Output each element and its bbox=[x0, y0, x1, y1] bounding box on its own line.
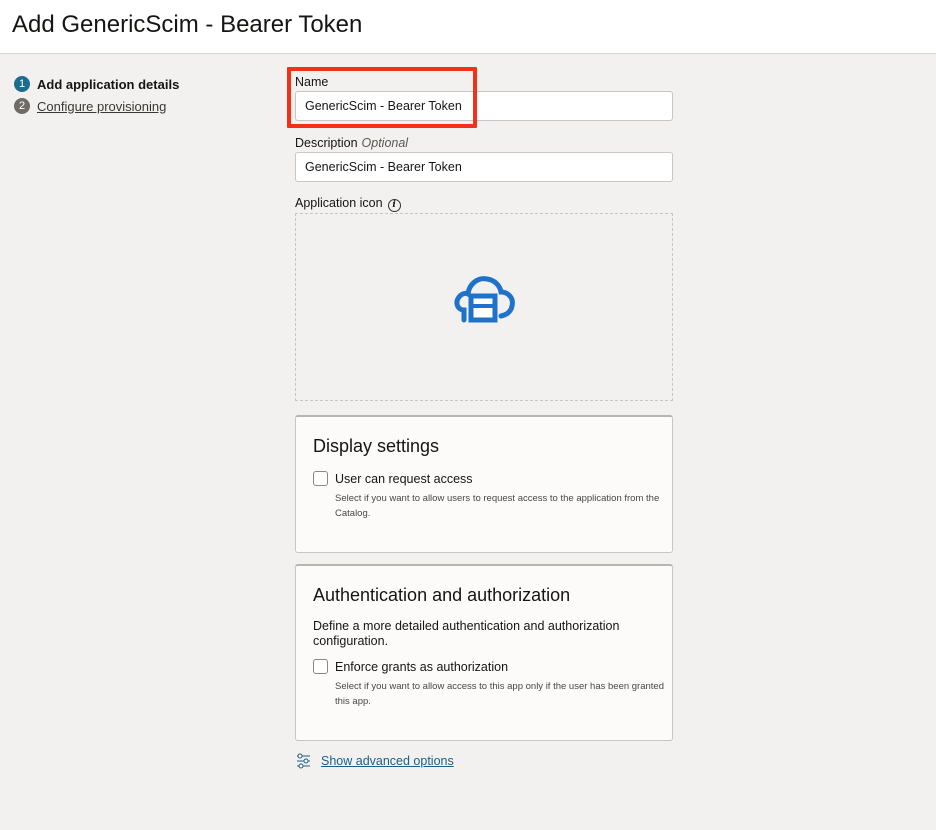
application-icon-dropzone[interactable] bbox=[295, 213, 673, 401]
step-number-1: 1 bbox=[14, 76, 30, 92]
enforce-grants-help: Select if you want to allow access to th… bbox=[335, 681, 664, 707]
authentication-authorization-title: Authentication and authorization bbox=[313, 585, 571, 605]
show-advanced-options[interactable]: Show advanced options bbox=[296, 753, 454, 769]
description-optional-text: Optional bbox=[361, 136, 409, 150]
application-icon-label-text: Application icon bbox=[295, 196, 383, 210]
page-title: Add GenericScim - Bearer Token bbox=[12, 11, 363, 38]
description-label: Description Optional bbox=[295, 136, 408, 150]
authentication-authorization-description: Define a more detailed authentication an… bbox=[313, 619, 620, 648]
user-can-request-access-help: Select if you want to allow users to req… bbox=[335, 493, 660, 519]
enforce-grants-checkbox[interactable] bbox=[313, 659, 328, 674]
description-label-text: Description bbox=[295, 136, 358, 150]
step-add-application-details[interactable]: 1 Add application details bbox=[14, 73, 179, 95]
authentication-authorization-card: Authentication and authorization Define … bbox=[295, 564, 673, 741]
description-input[interactable] bbox=[295, 152, 673, 182]
show-advanced-options-link[interactable]: Show advanced options bbox=[321, 754, 454, 768]
user-can-request-access-label[interactable]: User can request access bbox=[335, 472, 473, 486]
name-field-highlight bbox=[287, 67, 477, 128]
step-configure-provisioning[interactable]: 2 Configure provisioning bbox=[14, 95, 179, 117]
enforce-grants-label[interactable]: Enforce grants as authorization bbox=[335, 660, 508, 674]
wizard-steps: 1 Add application details 2 Configure pr… bbox=[14, 73, 179, 117]
display-settings-card: Display settings User can request access… bbox=[295, 415, 673, 553]
page-header: Add GenericScim - Bearer Token bbox=[0, 0, 936, 54]
info-icon[interactable]: i bbox=[387, 199, 401, 212]
display-settings-title: Display settings bbox=[313, 436, 440, 456]
step-label-configure-provisioning[interactable]: Configure provisioning bbox=[37, 99, 166, 114]
cloud-app-icon bbox=[454, 276, 515, 323]
sliders-icon bbox=[297, 753, 310, 769]
step-label-add-application-details: Add application details bbox=[37, 76, 180, 92]
application-icon-label: Application icon i bbox=[295, 196, 401, 212]
user-can-request-access-checkbox[interactable] bbox=[313, 471, 328, 486]
step-number-2: 2 bbox=[14, 98, 30, 114]
